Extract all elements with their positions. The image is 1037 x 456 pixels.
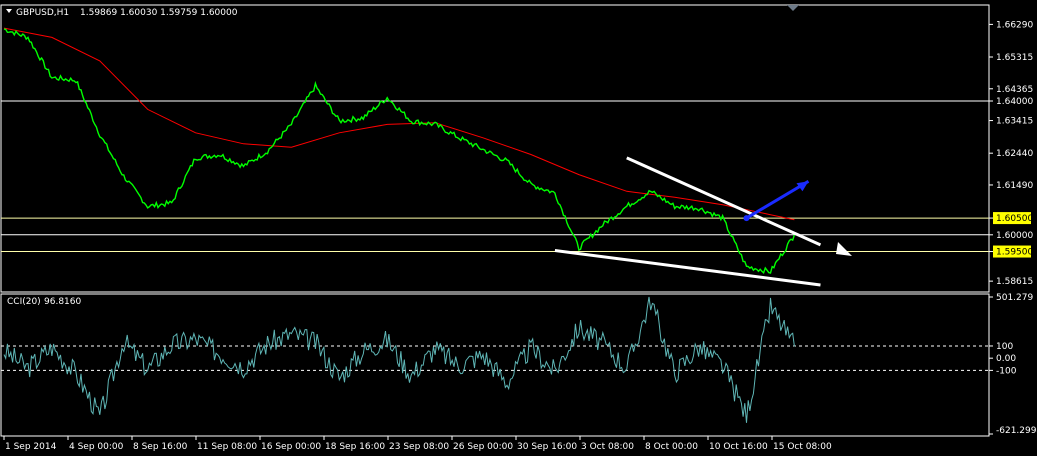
cci-tick-label-3: -100 bbox=[996, 366, 1017, 376]
cci-value: 96.8160 bbox=[44, 297, 81, 307]
price-tick-label-7: 1.64000 bbox=[996, 97, 1033, 107]
chart-window: GBPUSD,H1 1.59869 1.60030 1.59759 1.6000… bbox=[0, 4, 1037, 452]
time-tick-label-7: 26 Sep 00:00 bbox=[453, 442, 513, 452]
breakout-arrow-tail bbox=[743, 215, 750, 222]
time-tick-label-0: 1 Sep 2014 bbox=[5, 442, 57, 452]
price-axis: 1.58615 1.60000 1.60500 1.59500 1.61490 1.624… bbox=[989, 20, 1033, 287]
ohlc-values: 1.59869 1.60030 1.59759 1.60000 bbox=[80, 8, 238, 18]
time-tick-label-4: 16 Sep 00:00 bbox=[261, 442, 321, 452]
price-tick-label-9: 1.65315 bbox=[996, 53, 1033, 63]
price-tick-label-5: 1.62440 bbox=[996, 149, 1033, 159]
cci-axis: 501.279 100 0.00 -100 -621.2994 bbox=[989, 293, 1037, 436]
cci-tick-label-4: -621.2994 bbox=[996, 426, 1037, 436]
price-tick-label-4: 1.61490 bbox=[996, 181, 1033, 191]
time-tick-label-3: 11 Sep 08:00 bbox=[197, 442, 257, 452]
time-tick-label-1: 4 Sep 00:00 bbox=[69, 442, 124, 452]
time-tick-label-5: 18 Sep 16:00 bbox=[325, 442, 385, 452]
time-tick-label-11: 10 Oct 16:00 bbox=[709, 442, 768, 452]
time-tick-label-12: 15 Oct 08:00 bbox=[773, 442, 832, 452]
time-tick-label-10: 8 Oct 00:00 bbox=[645, 442, 698, 452]
price-tick-label-6: 1.63415 bbox=[996, 117, 1033, 127]
price-tick-label-1: 1.60000 bbox=[996, 231, 1033, 241]
price-tick-label-8: 1.64365 bbox=[996, 85, 1033, 95]
time-tick-label-8: 30 Sep 16:00 bbox=[517, 442, 577, 452]
cci-tick-label-0: 501.279 bbox=[996, 293, 1033, 303]
price-tag-label-2: 1.60500 bbox=[996, 214, 1033, 224]
cci-title: CCI(20) bbox=[7, 297, 41, 307]
symbol-label: GBPUSD,H1 bbox=[16, 8, 69, 18]
cci-tick-label-2: 0.00 bbox=[996, 354, 1016, 364]
price-tag-label-3: 1.59500 bbox=[996, 248, 1033, 258]
time-axis: 1 Sep 2014 4 Sep 00:00 8 Sep 16:00 11 Sep 0… bbox=[3, 436, 832, 452]
cci-tick-label-1: 100 bbox=[996, 342, 1013, 352]
time-tick-label-2: 8 Sep 16:00 bbox=[133, 442, 188, 452]
time-tick-label-6: 23 Sep 08:00 bbox=[389, 442, 449, 452]
time-tick-label-9: 3 Oct 08:00 bbox=[581, 442, 634, 452]
price-tick-label-10: 1.66290 bbox=[996, 20, 1033, 30]
price-tick-label-0: 1.58615 bbox=[996, 277, 1033, 287]
